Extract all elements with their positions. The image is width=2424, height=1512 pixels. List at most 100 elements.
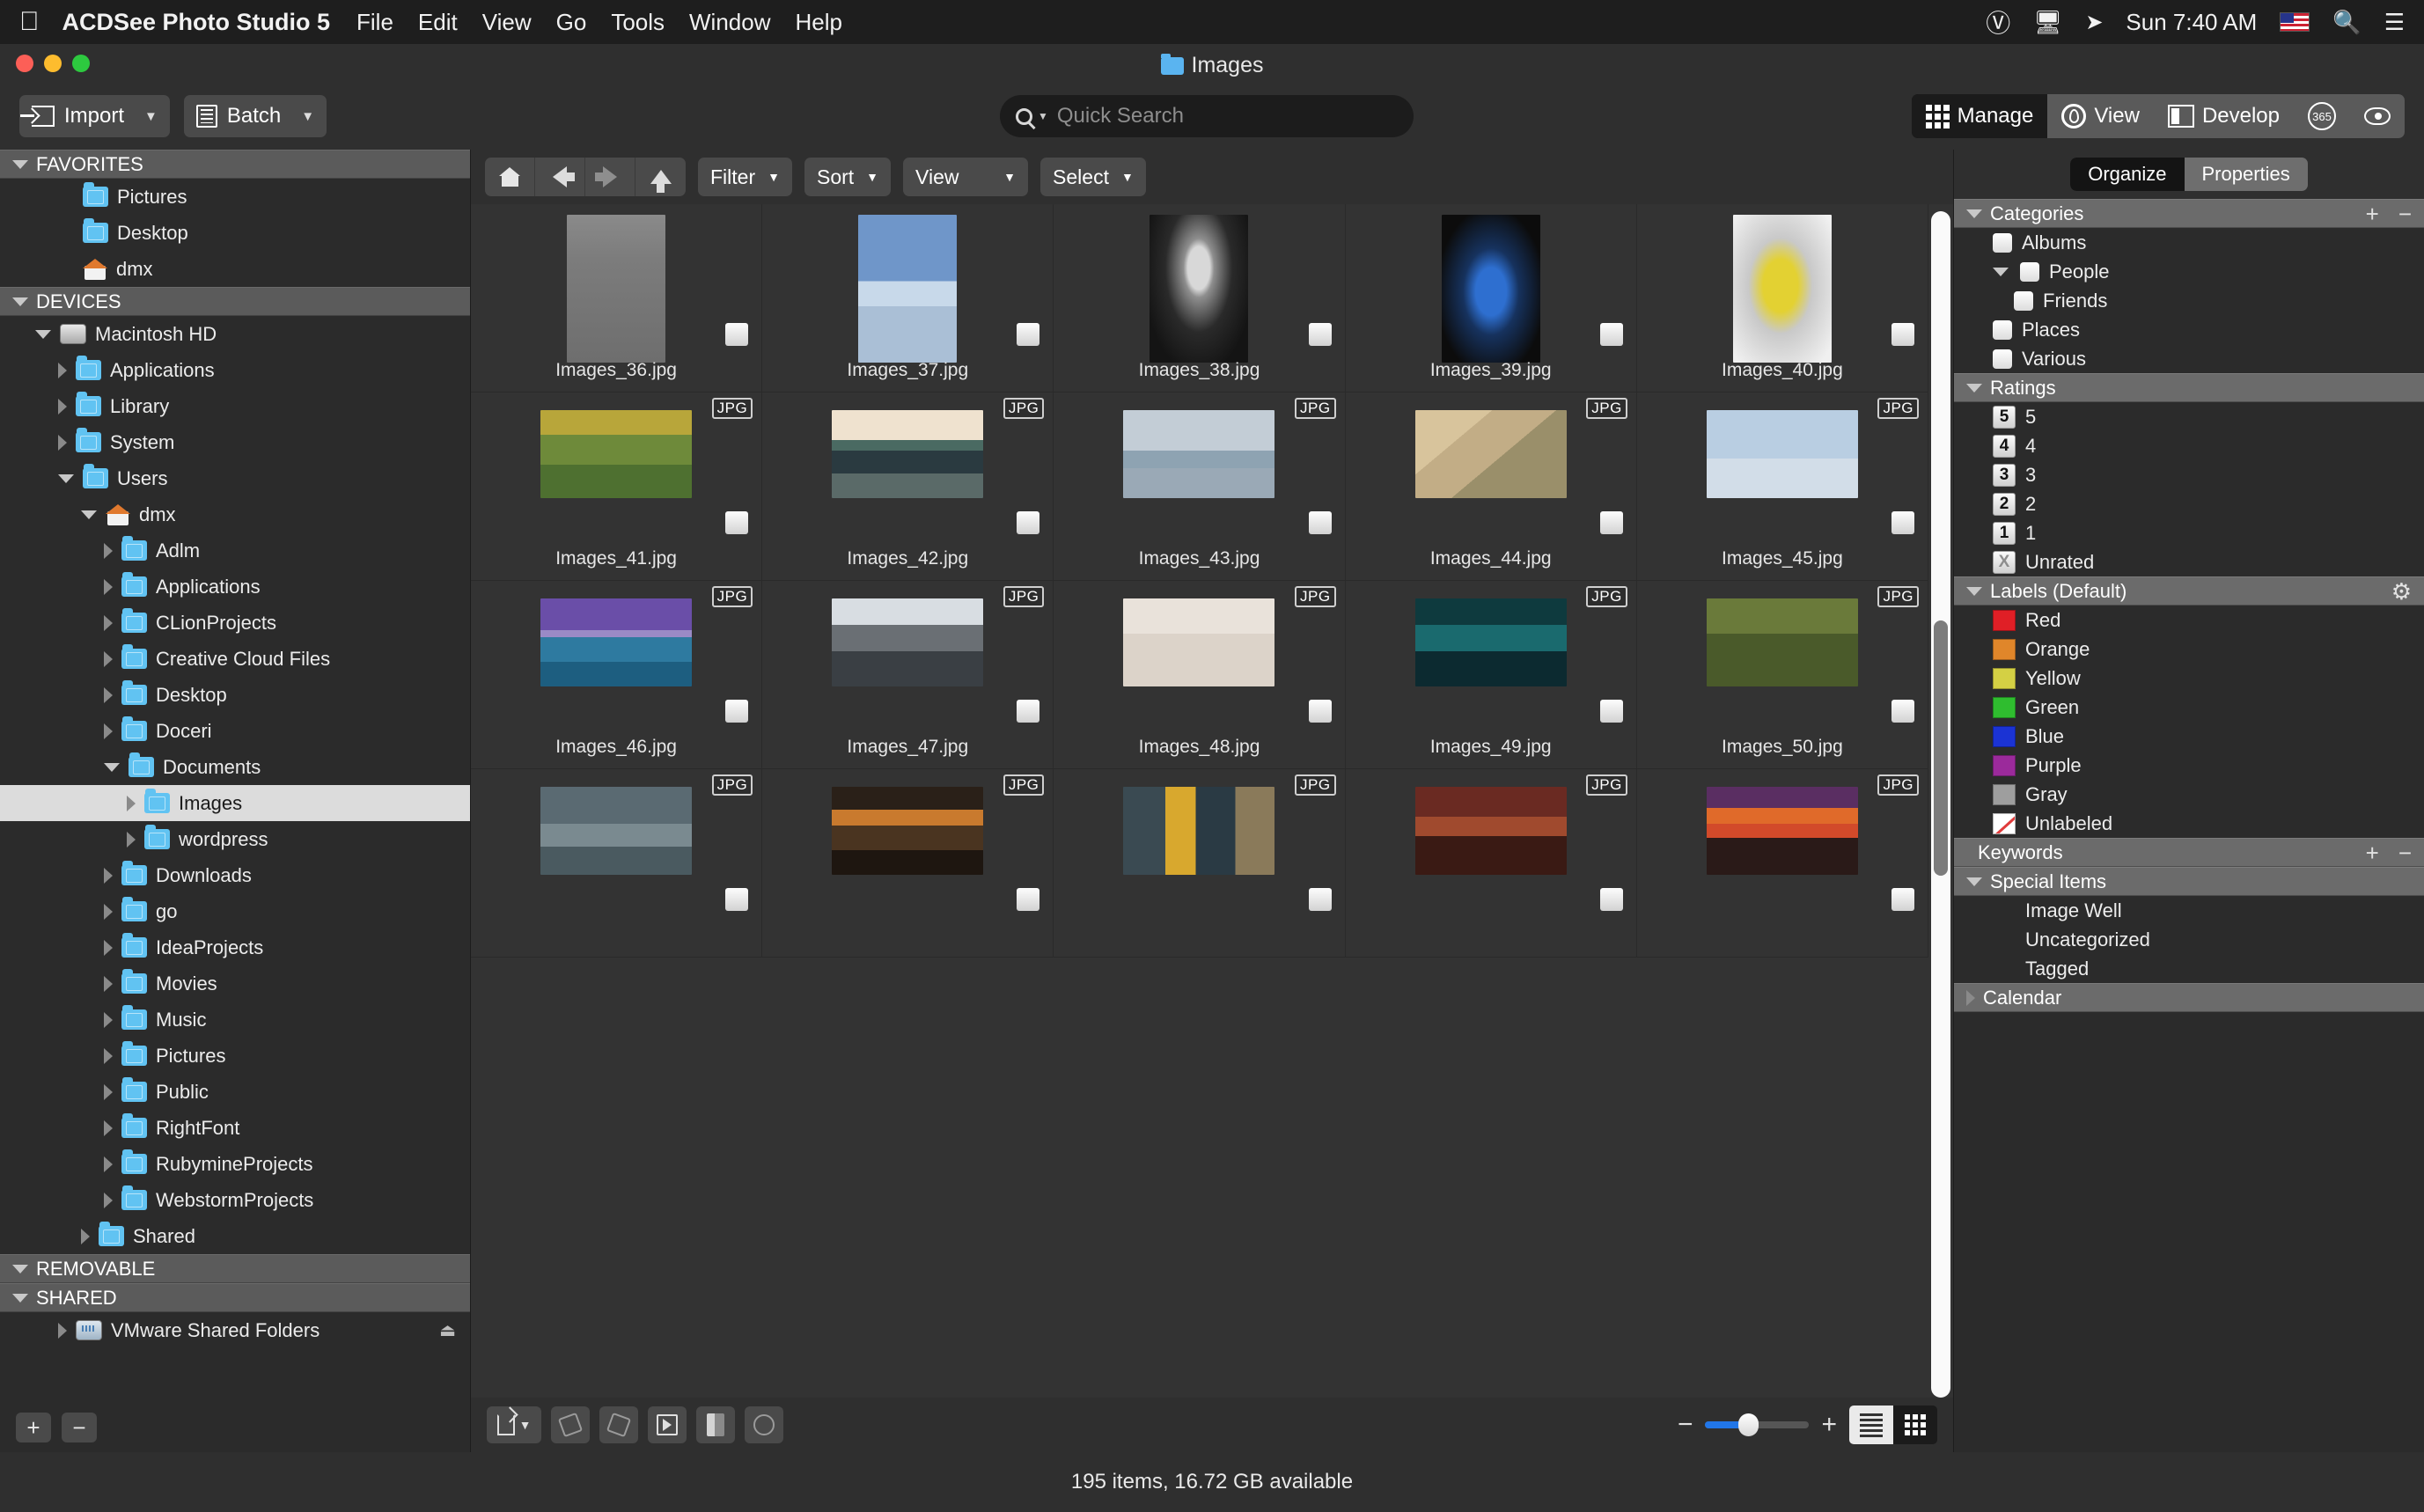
category-checkbox[interactable] <box>2014 291 2033 311</box>
remove-button[interactable]: − <box>2398 841 2412 864</box>
grid-view-button[interactable] <box>1893 1406 1937 1444</box>
sidebar-item-public[interactable]: Public <box>0 1074 470 1110</box>
panel-item-uncategorized[interactable]: Uncategorized <box>1954 925 2424 954</box>
thumbnail-cell[interactable]: JPGImages_44.jpg <box>1346 393 1637 581</box>
panel-item-red[interactable]: Red <box>1954 606 2424 635</box>
thumbnail-checkbox[interactable] <box>1309 323 1332 346</box>
thumbnail-image[interactable] <box>567 215 665 363</box>
panel-section-labels-default-[interactable]: Labels (Default)⚙ <box>1954 576 2424 606</box>
scrollbar-thumb[interactable] <box>1934 620 1948 876</box>
thumbnail-image[interactable] <box>858 215 957 363</box>
search-input[interactable]: ▼ Quick Search <box>1000 95 1414 137</box>
batch-button[interactable]: Batch ▼ <box>184 95 327 137</box>
apple-icon[interactable]:  <box>19 9 40 35</box>
sidebar-item-movies[interactable]: Movies <box>0 965 470 1002</box>
thumbnail-checkbox[interactable] <box>1017 511 1039 534</box>
thumbnail-cell[interactable]: JPG <box>762 769 1054 958</box>
import-button[interactable]: Import ▼ <box>19 95 170 137</box>
chevron-down-icon[interactable] <box>81 510 97 519</box>
chevron-down-icon[interactable]: ▼ <box>301 109 314 124</box>
thumbnail-checkbox[interactable] <box>1891 700 1914 723</box>
panel-item-purple[interactable]: Purple <box>1954 751 2424 780</box>
panel-section-calendar[interactable]: Calendar <box>1954 983 2424 1012</box>
thumbnail-cell[interactable]: JPGImages_47.jpg <box>762 581 1054 769</box>
sidebar-item-dmx[interactable]: dmx <box>0 251 470 287</box>
tab-organize[interactable]: Organize <box>2070 158 2184 191</box>
panel-item-1[interactable]: 11 <box>1954 518 2424 547</box>
chevron-right-icon[interactable] <box>104 1156 113 1172</box>
thumbnail-checkbox[interactable] <box>1600 511 1623 534</box>
chevron-right-icon[interactable] <box>104 868 113 884</box>
zoom-slider[interactable] <box>1705 1421 1809 1428</box>
category-checkbox[interactable] <box>1993 320 2012 340</box>
thumbnail-image[interactable] <box>1415 598 1567 686</box>
view-dropdown[interactable]: View ▼ <box>903 158 1028 196</box>
panel-item-image-well[interactable]: Image Well <box>1954 896 2424 925</box>
sidebar-item-ideaprojects[interactable]: IdeaProjects <box>0 929 470 965</box>
sidebar-item-macintosh-hd[interactable]: Macintosh HD <box>0 316 470 352</box>
thumbnail-cell[interactable]: Images_36.jpg <box>471 204 762 393</box>
chevron-down-icon[interactable] <box>1966 877 1982 886</box>
chevron-right-icon[interactable] <box>104 579 113 595</box>
filter-dropdown[interactable]: Filter ▼ <box>698 158 792 196</box>
panel-item-gray[interactable]: Gray <box>1954 780 2424 809</box>
chevron-right-icon[interactable] <box>104 543 113 559</box>
panel-item-albums[interactable]: Albums <box>1954 228 2424 257</box>
thumbnail-cell[interactable]: Images_40.jpg <box>1637 204 1928 393</box>
thumbnail-image[interactable] <box>832 598 983 686</box>
thumbnail-cell[interactable]: JPGImages_50.jpg <box>1637 581 1928 769</box>
chevron-down-icon[interactable]: ▼ <box>144 109 158 124</box>
sidebar-item-rubymineprojects[interactable]: RubymineProjects <box>0 1146 470 1182</box>
thumbnail-image[interactable] <box>1442 215 1540 363</box>
sidebar-item-images[interactable]: Images <box>0 785 470 821</box>
chevron-right-icon[interactable] <box>1966 990 1975 1006</box>
panel-item-unlabeled[interactable]: Unlabeled <box>1954 809 2424 838</box>
sidebar-item-vmware-shared-folders[interactable]: VMware Shared Folders⏏ <box>0 1312 470 1348</box>
sort-dropdown[interactable]: Sort ▼ <box>804 158 891 196</box>
power-circle-icon[interactable]: Ⓥ <box>1986 4 2010 40</box>
thumbnail-image[interactable] <box>1123 787 1274 875</box>
chevron-down-icon[interactable] <box>12 160 28 169</box>
sidebar-item-creative-cloud-files[interactable]: Creative Cloud Files <box>0 641 470 677</box>
thumbnail-image[interactable] <box>1707 598 1858 686</box>
chevron-right-icon[interactable] <box>104 651 113 667</box>
sidebar-item-library[interactable]: Library <box>0 388 470 424</box>
spotlight-search-icon[interactable]: 🔍 <box>2332 9 2361 36</box>
panel-item-tagged[interactable]: Tagged <box>1954 954 2424 983</box>
menu-go[interactable]: Go <box>556 9 587 36</box>
thumbnail-image[interactable] <box>1707 410 1858 498</box>
chevron-right-icon[interactable] <box>104 723 113 739</box>
menu-edit[interactable]: Edit <box>418 9 458 36</box>
thumbnail-cell[interactable]: Images_38.jpg <box>1054 204 1345 393</box>
thumbnail-checkbox[interactable] <box>725 888 748 911</box>
panel-item-orange[interactable]: Orange <box>1954 635 2424 664</box>
thumbnail-cell[interactable]: JPGImages_42.jpg <box>762 393 1054 581</box>
sidebar-item-shared[interactable]: Shared <box>0 1218 470 1254</box>
export-button[interactable]: ▼ <box>487 1406 541 1443</box>
panel-item-4[interactable]: 44 <box>1954 431 2424 460</box>
rotate-right-button[interactable] <box>599 1406 638 1443</box>
panel-item-friends[interactable]: Friends <box>1954 286 2424 315</box>
thumbnail-image[interactable] <box>1707 787 1858 875</box>
panel-item-various[interactable]: Various <box>1954 344 2424 373</box>
chevron-right-icon[interactable] <box>127 796 136 811</box>
chevron-right-icon[interactable] <box>104 1193 113 1208</box>
chevron-right-icon[interactable] <box>127 832 136 848</box>
remove-favorite-button[interactable]: − <box>62 1413 97 1442</box>
chevron-right-icon[interactable] <box>104 1012 113 1028</box>
chevron-down-icon[interactable] <box>1966 384 1982 393</box>
thumbnail-checkbox[interactable] <box>725 700 748 723</box>
thumbnail-cell[interactable]: JPG <box>1346 769 1637 958</box>
sidebar-item-rightfont[interactable]: RightFont <box>0 1110 470 1146</box>
tab-view[interactable]: View <box>2047 94 2154 138</box>
sidebar-section-favorites[interactable]: FAVORITES <box>0 150 470 179</box>
thumbnail-checkbox[interactable] <box>1600 888 1623 911</box>
chevron-right-icon[interactable] <box>104 904 113 920</box>
us-flag-icon[interactable] <box>2280 12 2310 32</box>
sidebar-item-dmx[interactable]: dmx <box>0 496 470 532</box>
remove-button[interactable]: − <box>2398 202 2412 225</box>
chevron-right-icon[interactable] <box>104 1120 113 1136</box>
panel-section-categories[interactable]: Categories+− <box>1954 199 2424 228</box>
panel-section-ratings[interactable]: Ratings <box>1954 373 2424 402</box>
grid-scrollbar[interactable] <box>1928 204 1953 1398</box>
